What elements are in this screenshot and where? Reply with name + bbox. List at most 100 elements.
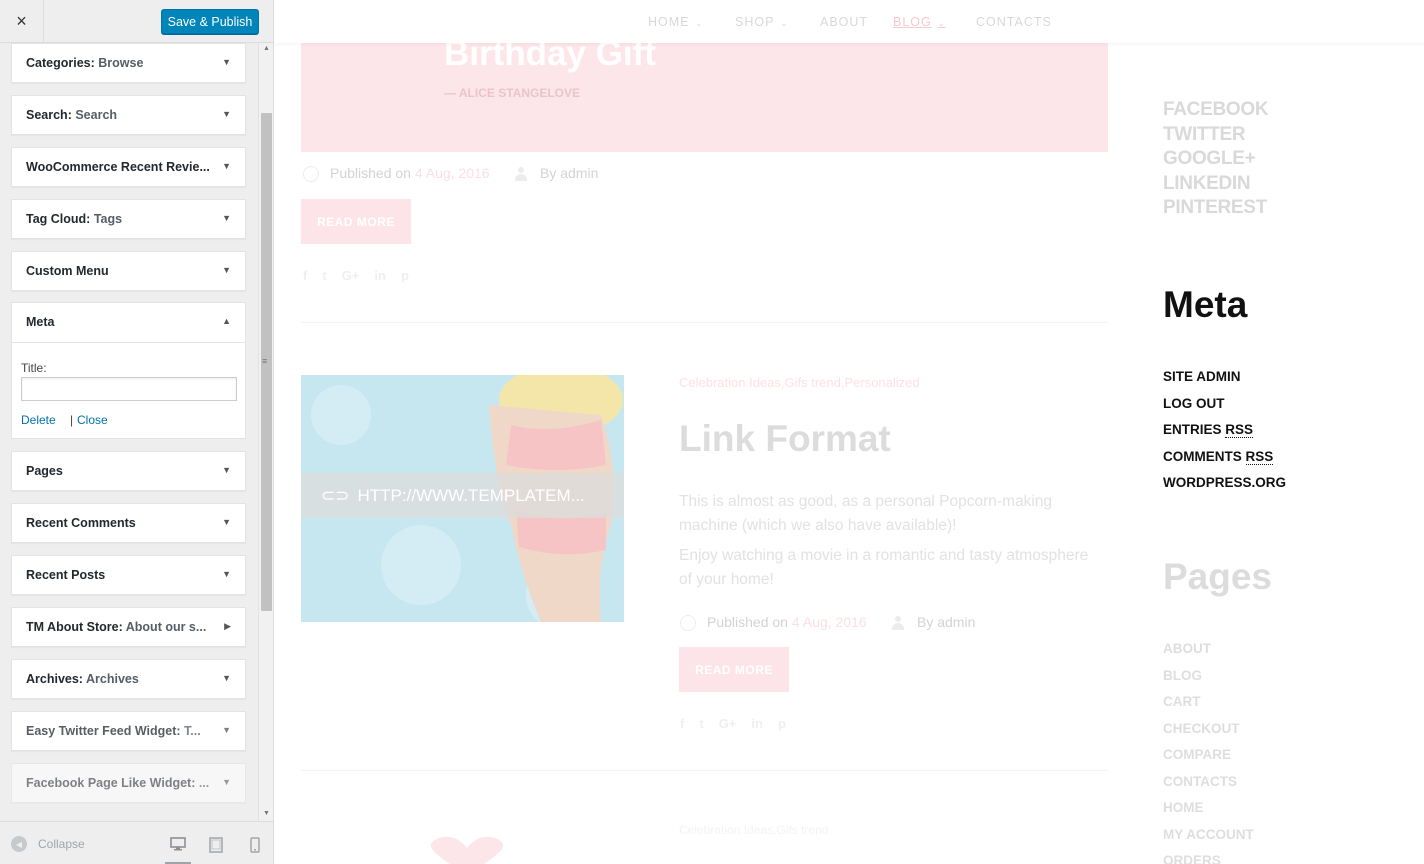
google-plus-icon[interactable]: G+ [719, 716, 737, 731]
arrow-down-icon[interactable]: ▼ [222, 213, 231, 223]
post-categories[interactable]: Celebration Ideas,Gifs trend [679, 823, 828, 837]
facebook-icon[interactable]: f [303, 268, 307, 283]
widget-name: TM About Store: [26, 620, 123, 634]
widget-2[interactable]: Search: Search ▼ [11, 95, 246, 135]
link-url: HTTP://WWW.TEMPLATEM... [357, 485, 585, 505]
post-author[interactable]: By admin [540, 165, 598, 181]
post-link[interactable]: ⊂⊃ HTTP://WWW.TEMPLATEM... [301, 473, 624, 518]
pinterest-icon[interactable]: p [401, 268, 409, 283]
post-thumbnail[interactable]: ⊂⊃ HTTP://WWW.TEMPLATEM... [301, 375, 624, 622]
nav-item-shop[interactable]: SHOP ⌄ [735, 15, 788, 29]
arrow-down-icon[interactable]: ▼ [222, 465, 231, 475]
arrow-up-icon[interactable]: ▲ [222, 316, 231, 326]
arrow-down-icon[interactable]: ▼ [222, 517, 231, 527]
arrow-down-icon[interactable]: ▼ [222, 57, 231, 67]
preview-desktop-button[interactable] [165, 832, 191, 864]
close-widget-link[interactable]: Close [77, 413, 108, 427]
read-more-button[interactable]: READ MORE [679, 647, 789, 692]
title-input[interactable] [21, 377, 237, 401]
widget-10[interactable]: Archives: Archives ▼ [11, 659, 246, 699]
widget-subtitle: T... [180, 724, 201, 738]
page-link-my-account[interactable]: MY ACCOUNT [1163, 827, 1254, 842]
widget-11[interactable]: Easy Twitter Feed Widget: T... ▼ [11, 711, 246, 751]
widget-1[interactable]: Categories: Browse ▼ [11, 43, 246, 83]
twitter-icon[interactable]: t [699, 716, 703, 731]
arrow-right-icon[interactable]: ▶ [224, 621, 231, 632]
widget-4[interactable]: Tag Cloud: Tags ▼ [11, 199, 246, 239]
date-link[interactable]: 4 Aug, 2016 [415, 165, 490, 181]
post-author[interactable]: By admin [917, 614, 975, 630]
widget-8[interactable]: Recent Posts ▼ [11, 555, 246, 595]
customizer-sidebar: × Save & Publish Categories: Browse ▼ Sear… [0, 0, 274, 864]
meta-link[interactable]: ENTRIES RSS [1163, 422, 1254, 438]
arrow-down-icon[interactable]: ▼ [222, 777, 231, 787]
pinterest-icon[interactable]: p [778, 716, 786, 731]
nav-item-contacts[interactable]: CONTACTS [976, 15, 1052, 29]
social-link-googleplus[interactable]: GOOGLE+ [1163, 148, 1256, 170]
post-categories[interactable]: Celebration Ideas,Gifs trend,Personalize… [679, 375, 920, 390]
twitter-icon[interactable]: t [322, 268, 326, 283]
widget-7[interactable]: Recent Comments ▼ [11, 503, 246, 543]
widget-6[interactable]: Pages ▼ [11, 451, 246, 491]
social-link-linkedin[interactable]: LINKEDIN [1163, 173, 1251, 195]
scroll-up-icon[interactable]: ▲ [263, 45, 270, 52]
widget-name: Search: [26, 108, 72, 122]
widget-12[interactable]: Facebook Page Like Widget: ... ▼ [11, 763, 246, 803]
customizer-header: × Save & Publish [0, 0, 273, 43]
page-link-orders[interactable]: ORDERS [1163, 853, 1221, 864]
scroll-down-icon[interactable]: ▼ [263, 810, 270, 817]
page-link-home[interactable]: HOME [1163, 800, 1204, 815]
save-publish-button[interactable]: Save & Publish [161, 9, 259, 34]
nav-label: HOME [648, 15, 690, 29]
site-preview: HOME ⌄ SHOP ⌄ ABOUT BLOG ⌄ CONTACTS Birthday Gi… [274, 0, 1424, 864]
arrow-down-icon[interactable]: ▼ [222, 161, 231, 171]
social-link-twitter[interactable]: TWITTER [1163, 124, 1246, 146]
widget-title: Easy Twitter Feed Widget: T... [26, 724, 201, 738]
nav-item-blog[interactable]: BLOG ⌄ [893, 15, 945, 29]
widget-title: Pages [26, 464, 63, 478]
page-link-compare[interactable]: COMPARE [1163, 747, 1231, 762]
widget-3[interactable]: WooCommerce Recent Revie... ▼ [11, 147, 246, 187]
delete-widget-link[interactable]: Delete [21, 413, 56, 427]
meta-link[interactable]: SITE ADMIN [1163, 369, 1241, 384]
social-link-facebook[interactable]: FACEBOOK [1163, 99, 1269, 121]
arrow-down-icon[interactable]: ▼ [222, 725, 231, 735]
social-link-pinterest[interactable]: PINTEREST [1163, 197, 1267, 219]
page-link-contacts[interactable]: CONTACTS [1163, 774, 1237, 789]
page-link-blog[interactable]: BLOG [1163, 668, 1202, 683]
collapse-label: Collapse [38, 837, 85, 851]
arrow-down-icon[interactable]: ▼ [222, 109, 231, 119]
widget-9[interactable]: TM About Store: About our s... ▶ [11, 607, 246, 647]
collapse-button[interactable]: ◀ Collapse [11, 836, 85, 852]
facebook-icon[interactable]: f [680, 716, 684, 731]
nav-item-about[interactable]: ABOUT [820, 15, 868, 29]
page-link-cart[interactable]: CART [1163, 694, 1201, 709]
meta-link[interactable]: WORDPRESS.ORG [1163, 475, 1286, 490]
meta-link-text: COMMENTS [1163, 448, 1246, 464]
meta-widget-title: Meta [1163, 284, 1248, 325]
date-link[interactable]: 4 Aug, 2016 [792, 614, 867, 630]
preview-mobile-button[interactable] [242, 832, 268, 864]
arrow-down-icon[interactable]: ▼ [222, 673, 231, 683]
widget-name: Easy Twitter Feed Widget: [26, 724, 181, 738]
post-excerpt: Enjoy watching a movie in a romantic and… [679, 547, 1089, 588]
arrow-down-icon[interactable]: ▼ [222, 265, 231, 275]
widget-subtitle: Browse [94, 56, 144, 70]
linkedin-icon[interactable]: in [751, 716, 763, 731]
meta-widget-header[interactable]: Meta ▲ [12, 303, 245, 343]
arrow-down-icon[interactable]: ▼ [222, 569, 231, 579]
linkedin-icon[interactable]: in [374, 268, 386, 283]
meta-link[interactable]: LOG OUT [1163, 396, 1225, 411]
read-more-button[interactable]: READ MORE [301, 199, 411, 244]
page-link-about[interactable]: ABOUT [1163, 641, 1211, 656]
close-customizer-button[interactable]: × [0, 0, 44, 43]
widgets-panel[interactable]: Categories: Browse ▼ Search: Search ▼ WooCom… [0, 43, 273, 821]
sidebar-scrollbar[interactable]: ▲ ≡ ▼ [258, 43, 273, 821]
google-plus-icon[interactable]: G+ [342, 268, 360, 283]
meta-link[interactable]: COMMENTS RSS [1163, 448, 1274, 465]
preview-tablet-button[interactable] [203, 832, 229, 864]
widget-5[interactable]: Custom Menu ▼ [11, 251, 246, 291]
nav-item-home[interactable]: HOME ⌄ [648, 15, 703, 29]
page-link-checkout[interactable]: CHECKOUT [1163, 721, 1240, 736]
post-title[interactable]: Link Format [679, 418, 891, 460]
